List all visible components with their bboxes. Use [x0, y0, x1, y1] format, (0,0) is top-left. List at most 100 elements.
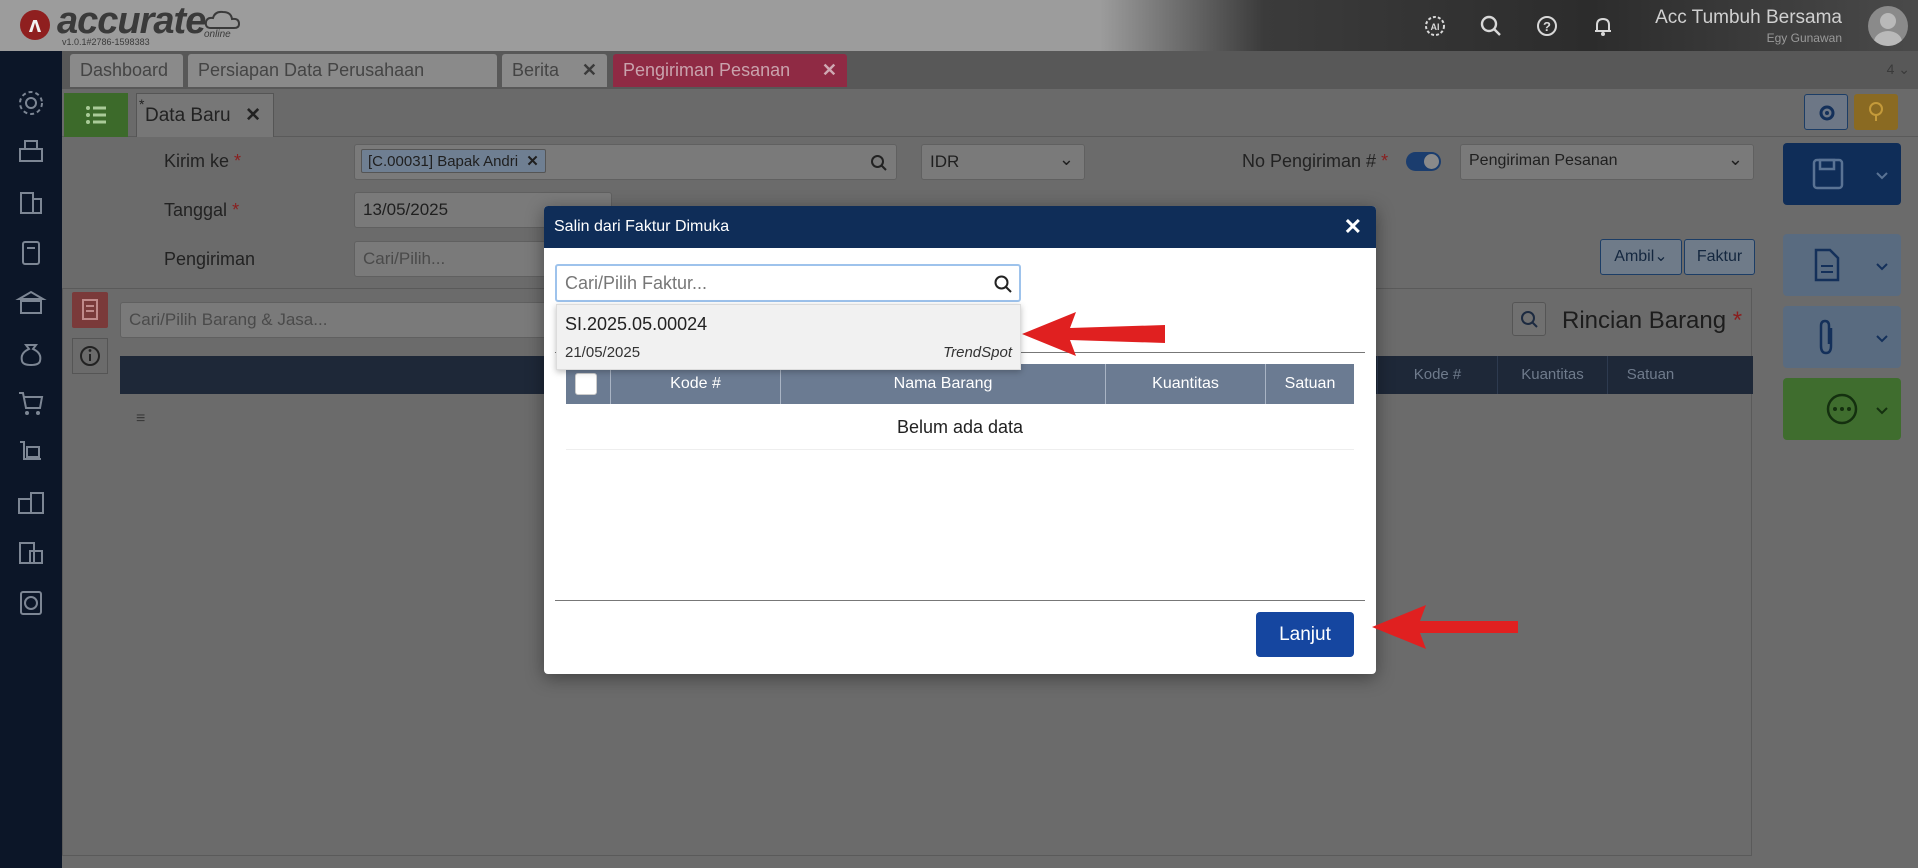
column-kode[interactable]: Kode # — [1377, 356, 1497, 394]
barang-search-button[interactable] — [1512, 302, 1546, 336]
currency-value: IDR — [930, 152, 960, 171]
rincian-label: Rincian Barang — [1562, 307, 1727, 334]
transaction-type-select[interactable]: Pengiriman Pesanan ⌄ — [1460, 144, 1754, 180]
tab-label: Persiapan Data Perusahaan — [198, 60, 425, 80]
tab-label: Dashboard — [80, 60, 169, 80]
faktur-search-input[interactable] — [555, 264, 1021, 302]
close-icon[interactable]: ✕ — [526, 153, 539, 170]
avatar[interactable] — [1868, 6, 1908, 46]
tab-pengiriman-pesanan[interactable]: Pengiriman Pesanan ✕ — [613, 54, 847, 87]
more-icon — [1826, 393, 1888, 425]
info-tab-button[interactable] — [72, 338, 108, 374]
tabs-count-dropdown[interactable]: 4 ⌄ — [1887, 61, 1910, 78]
logo-subtitle: online — [204, 29, 231, 40]
ledger-icon[interactable] — [15, 237, 47, 269]
tab-persiapan-data[interactable]: Persiapan Data Perusahaan — [188, 54, 497, 87]
tanggal-value: 13/05/2025 — [363, 200, 449, 219]
column-nama-barang[interactable]: Nama Barang — [780, 364, 1105, 404]
column-kode[interactable]: Kode # — [610, 364, 780, 404]
search-icon[interactable] — [1478, 13, 1504, 39]
search-icon[interactable] — [870, 154, 888, 172]
invoice-number: SI.2025.05.00024 — [565, 314, 708, 334]
close-icon[interactable]: ✕ — [822, 54, 837, 87]
gear-icon — [1819, 105, 1835, 121]
faktur-search-text[interactable] — [565, 273, 985, 294]
tax-icon[interactable] — [15, 537, 47, 569]
tanggal-label: Tanggal * — [164, 200, 239, 221]
delivery-cart-icon[interactable] — [15, 437, 47, 469]
required-mark: * — [232, 200, 240, 220]
faktur-dropdown-option[interactable]: SI.2025.05.00024 21/05/2025 TrendSpot — [556, 304, 1021, 370]
label-text: No Pengiriman # — [1242, 151, 1377, 171]
barang-search-input[interactable]: Cari/Pilih Barang & Jasa... — [120, 302, 560, 338]
no-pengiriman-label: No Pengiriman # * — [1242, 151, 1388, 172]
more-actions-button[interactable] — [1783, 378, 1901, 440]
label-text: Tanggal — [164, 200, 228, 220]
lanjut-button[interactable]: Lanjut — [1256, 612, 1354, 657]
accurate-logo-icon[interactable]: ʌ — [20, 10, 50, 40]
empty-state: Belum ada data — [566, 404, 1354, 450]
save-button[interactable] — [1783, 143, 1901, 205]
required-mark: * — [1732, 307, 1743, 334]
annotation-arrow-icon — [1372, 605, 1518, 649]
search-icon — [1521, 311, 1538, 328]
tab-bar: Dashboard Persiapan Data Perusahaan Beri… — [62, 51, 1918, 89]
company-name[interactable]: Acc Tumbuh Bersama — [1655, 7, 1842, 29]
attachment-button[interactable] — [1783, 306, 1901, 368]
bell-icon[interactable] — [1590, 13, 1616, 39]
detail-tab-button[interactable] — [72, 292, 108, 328]
close-icon[interactable]: ✕ — [1344, 206, 1362, 248]
unsaved-marker: * — [139, 96, 145, 112]
warehouse-icon[interactable] — [15, 487, 47, 519]
currency-select[interactable]: IDR ⌄ — [921, 144, 1085, 180]
search-icon[interactable] — [993, 274, 1013, 294]
document-icon — [1814, 248, 1888, 282]
sidebar — [0, 51, 62, 868]
invoice-date: 21/05/2025 — [565, 344, 641, 361]
divider — [555, 600, 1365, 601]
document-icon — [82, 299, 98, 320]
kirim-ke-label: Kirim ke * — [164, 151, 241, 172]
svg-text:?: ? — [1543, 19, 1551, 34]
required-mark: * — [1381, 151, 1389, 171]
close-icon[interactable]: ✕ — [582, 54, 597, 87]
drag-handle-icon[interactable]: ≡ — [136, 410, 145, 428]
gear-icon[interactable] — [15, 87, 47, 119]
tab-label: Pengiriman Pesanan — [623, 60, 791, 80]
document-bar: * Data Baru ✕ — [62, 89, 1918, 137]
dialog-title: Salin dari Faktur Dimuka — [554, 218, 730, 235]
close-icon[interactable]: ✕ — [245, 94, 261, 138]
annotation-arrow-icon — [1022, 312, 1165, 356]
save-icon — [1812, 158, 1888, 190]
label-text: Kirim ke — [164, 151, 230, 171]
ai-icon[interactable]: AI — [1422, 13, 1448, 39]
pengiriman-placeholder: Cari/Pilih... — [363, 249, 446, 268]
print-button[interactable] — [1783, 234, 1901, 296]
column-kuantitas[interactable]: Kuantitas — [1497, 356, 1607, 394]
tab-dashboard[interactable]: Dashboard — [70, 54, 183, 87]
chevron-down-icon: ⌄ — [1654, 248, 1668, 265]
barang-placeholder: Cari/Pilih Barang & Jasa... — [129, 310, 328, 329]
document-tab[interactable]: * Data Baru ✕ — [136, 93, 274, 137]
help-icon[interactable]: ? — [1534, 13, 1560, 39]
money-bag-icon[interactable] — [15, 337, 47, 369]
ambil-button[interactable]: Ambil⌄ — [1600, 239, 1682, 275]
transaction-type-value: Pengiriman Pesanan — [1469, 152, 1618, 169]
column-satuan[interactable]: Satuan — [1607, 356, 1693, 394]
faktur-button[interactable]: Faktur — [1684, 239, 1755, 275]
bank-icon[interactable] — [15, 287, 47, 319]
report-icon[interactable] — [15, 587, 47, 619]
cart-icon[interactable] — [15, 387, 47, 419]
tips-button[interactable] — [1854, 94, 1898, 130]
tab-berita[interactable]: Berita ✕ — [502, 54, 607, 87]
list-view-button[interactable] — [64, 93, 128, 137]
cash-register-icon[interactable] — [15, 135, 47, 167]
select-all-checkbox[interactable] — [575, 373, 597, 395]
building-icon[interactable] — [15, 187, 47, 219]
kirim-ke-field[interactable]: [C.00031] Bapak Andri ✕ — [354, 144, 897, 180]
column-satuan[interactable]: Satuan — [1265, 364, 1354, 404]
settings-button[interactable] — [1804, 94, 1848, 130]
auto-number-toggle[interactable] — [1406, 152, 1441, 171]
column-kuantitas[interactable]: Kuantitas — [1105, 364, 1265, 404]
document-tab-label: Data Baru — [145, 105, 231, 126]
